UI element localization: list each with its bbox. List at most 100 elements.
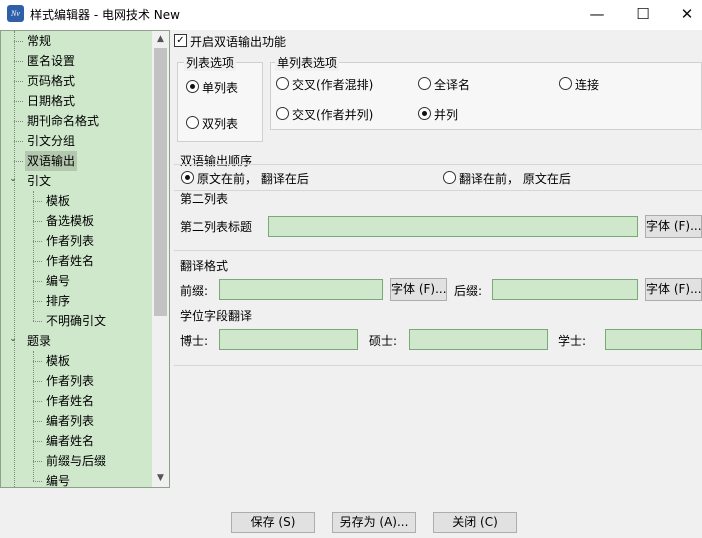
tree-item-label: 引文 <box>27 174 52 188</box>
prefix-input[interactable] <box>219 279 383 300</box>
tree-item-label: 期刊命名格式 <box>27 114 100 128</box>
cross-parallel-radio[interactable] <box>276 107 289 120</box>
translation-first-radio[interactable] <box>443 171 456 184</box>
save-button[interactable]: 保存 (S) <box>231 512 315 533</box>
tree-connector <box>33 481 42 482</box>
prefix-label: 前缀: <box>180 284 209 298</box>
tree-item-label: 编号 <box>46 474 71 488</box>
tree-subitem[interactable]: 作者姓名 <box>1 251 151 271</box>
scroll-down-icon[interactable]: ▼ <box>152 470 169 487</box>
close-window-button[interactable]: ✕ <box>664 0 702 30</box>
tree-item-label: 编者列表 <box>46 414 95 428</box>
tree-item-label: 常规 <box>27 34 52 48</box>
cross-mixed-radio[interactable] <box>276 77 289 90</box>
translation-first-label: 翻译在前， 原文在后 <box>459 172 571 186</box>
degree-bottom-separator <box>174 365 702 366</box>
cross-parallel-label: 交叉(作者并列) <box>292 108 374 122</box>
tree-subitem[interactable]: 作者列表 <box>1 371 151 391</box>
tree-connector <box>33 361 42 362</box>
output-order-title: 双语输出顺序 <box>180 154 253 168</box>
master-input[interactable] <box>409 329 548 350</box>
tree-subitem[interactable]: 前缀与后缀 <box>1 451 151 471</box>
tree-subitem[interactable]: 不明确引文 <box>1 311 151 331</box>
second-list-heading-input[interactable] <box>268 216 638 237</box>
suffix-label: 后缀: <box>454 284 483 298</box>
single-list-label: 单列表 <box>202 81 239 95</box>
original-first-label: 原文在前， 翻译在后 <box>197 172 309 186</box>
tree-connector <box>33 321 42 322</box>
prefix-font-button[interactable]: 字体 (F)... <box>390 278 447 301</box>
minimize-button[interactable]: — <box>574 0 620 30</box>
parallel-radio[interactable] <box>418 107 431 120</box>
tree-item-label: 前缀与后缀 <box>46 454 107 468</box>
suffix-input[interactable] <box>492 279 638 300</box>
translation-format-title: 翻译格式 <box>180 259 229 273</box>
tree-item[interactable]: 双语输出 <box>1 151 151 171</box>
close-button[interactable]: 关闭 (C) <box>433 512 517 533</box>
tree-item-label: 模板 <box>46 194 71 208</box>
tree-subitem[interactable]: 作者列表 <box>1 231 151 251</box>
second-list-font-button[interactable]: 字体 (F)... <box>645 215 702 238</box>
tree-item[interactable]: 题录 ⌄ <box>1 331 151 351</box>
expand-chevron-icon[interactable]: ⌄ <box>7 173 19 185</box>
tree-scrollbar[interactable]: ▲ ▼ <box>152 31 169 487</box>
window-title: 样式编辑器 - 电网技术 New <box>30 8 180 22</box>
tree-item-label: 编号 <box>46 274 71 288</box>
original-first-radio[interactable] <box>181 171 194 184</box>
tree-subitem[interactable]: 模板 <box>1 191 151 211</box>
tree-item-label: 题录 <box>27 334 52 348</box>
second-list-heading-label: 第二列表标题 <box>180 220 253 234</box>
connect-label: 连接 <box>575 78 600 92</box>
minimize-icon: — <box>589 5 605 23</box>
expand-chevron-icon[interactable]: ⌄ <box>7 333 19 345</box>
full-translation-radio[interactable] <box>418 77 431 90</box>
tree-subitem[interactable]: 排序 <box>1 291 151 311</box>
tree-item[interactable]: 常规 <box>1 31 151 51</box>
double-list-label: 双列表 <box>202 117 239 131</box>
tree-guide-line <box>33 351 34 481</box>
connect-radio[interactable] <box>559 77 572 90</box>
tree-connector <box>14 101 23 102</box>
bachelor-label: 学士: <box>558 334 587 348</box>
tree-item[interactable]: 页码格式 <box>1 71 151 91</box>
tree-subitem[interactable]: 模板 <box>1 351 151 371</box>
tree-item[interactable]: 期刊命名格式 <box>1 111 151 131</box>
tree-item[interactable]: 日期格式 <box>1 91 151 111</box>
tree-connector <box>33 421 42 422</box>
tree-connector <box>14 61 23 62</box>
tree-subitem[interactable]: 作者姓名 <box>1 391 151 411</box>
tree-item-label: 备选模板 <box>46 214 95 228</box>
doctor-label: 博士: <box>180 334 209 348</box>
style-tree[interactable]: 常规 匿名设置 页码格式 日期格式 期刊命名格式 引文分组 双语输出 引文 ⌄ 模板 备选模板 作者列… <box>0 30 170 488</box>
section-separator <box>174 250 702 251</box>
tree-item-label: 引文分组 <box>27 134 76 148</box>
bachelor-input[interactable] <box>605 329 702 350</box>
tree-subitem[interactable]: 编号 <box>1 271 151 291</box>
tree-item[interactable]: 引文分组 <box>1 131 151 151</box>
tree-subitem[interactable]: 编号 <box>1 471 151 488</box>
tree-connector <box>14 41 23 42</box>
tree-item-label: 作者姓名 <box>46 394 95 408</box>
tree-subitem[interactable]: 编者列表 <box>1 411 151 431</box>
tree-guide-line <box>14 31 15 487</box>
maximize-icon: ☐ <box>636 5 650 23</box>
enable-bilingual-checkbox[interactable]: ✓ <box>174 34 187 47</box>
tree-item[interactable]: 引文 ⌄ <box>1 171 151 191</box>
scroll-up-icon[interactable]: ▲ <box>152 31 169 48</box>
suffix-font-button[interactable]: 字体 (F)... <box>645 278 702 301</box>
single-list-options-title: 单列表选项 <box>275 54 340 71</box>
tree-subitem[interactable]: 编者姓名 <box>1 431 151 451</box>
app-icon: Nv <box>7 5 24 22</box>
doctor-input[interactable] <box>219 329 358 350</box>
tree-item[interactable]: 匿名设置 <box>1 51 151 71</box>
save-as-button[interactable]: 另存为 (A)... <box>332 512 416 533</box>
tree-subitem[interactable]: 备选模板 <box>1 211 151 231</box>
tree-connector <box>33 401 42 402</box>
tree-connector <box>33 241 42 242</box>
maximize-button[interactable]: ☐ <box>620 0 666 30</box>
tree-connector <box>33 221 42 222</box>
single-list-radio[interactable] <box>186 80 199 93</box>
tree-item-label: 页码格式 <box>27 74 76 88</box>
double-list-radio[interactable] <box>186 116 199 129</box>
scroll-thumb[interactable] <box>154 48 167 316</box>
